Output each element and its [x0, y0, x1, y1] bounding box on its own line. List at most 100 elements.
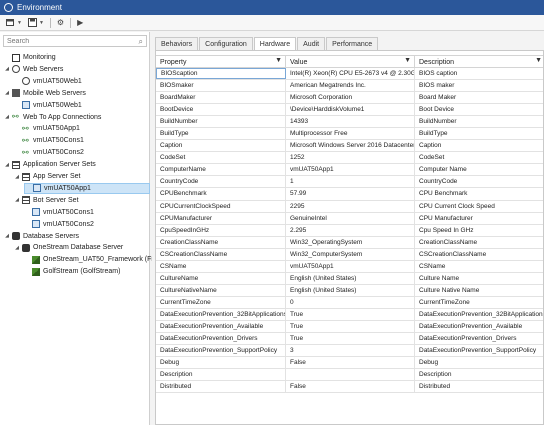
- expand-toggle-icon[interactable]: ◢: [4, 90, 10, 96]
- property-cell[interactable]: BIOSmaker: [156, 80, 286, 92]
- description-cell[interactable]: CurrentTimeZone: [415, 297, 543, 308]
- table-row[interactable]: BuildType Multiprocessor Free BuildType: [156, 128, 543, 141]
- table-row[interactable]: DataExecutionPrevention_SupportPolicy 3 Da…: [156, 345, 543, 358]
- tree-node[interactable]: ◢ Application Server Sets: [4, 159, 96, 170]
- expand-toggle-icon[interactable]: ◢: [4, 233, 10, 239]
- table-row[interactable]: ComputerName vmUAT50App1 Computer Name: [156, 164, 543, 177]
- tree-node[interactable]: vmUAT50Web1: [14, 76, 82, 87]
- save-button[interactable]: ▼: [25, 17, 47, 29]
- table-row[interactable]: CodeSet 1252 CodeSet: [156, 152, 543, 165]
- description-cell[interactable]: CodeSet: [415, 152, 543, 163]
- tree-node[interactable]: ◢ App Server Set: [14, 171, 80, 182]
- column-header-property[interactable]: Property ▼: [156, 56, 286, 68]
- tree-node[interactable]: ◢ ⚯ Web To App Connections: [4, 112, 101, 123]
- description-cell[interactable]: DataExecutionPrevention_SupportPolicy: [415, 345, 543, 356]
- tree-node[interactable]: OneStream_UAT50_Framework (Fra: [24, 254, 158, 265]
- table-row[interactable]: BuildNumber 14393 BuildNumber: [156, 116, 543, 129]
- description-cell[interactable]: Distributed: [415, 381, 543, 392]
- property-cell[interactable]: Distributed: [156, 381, 286, 393]
- table-row[interactable]: Description Description: [156, 369, 543, 382]
- property-cell[interactable]: CurrentTimeZone: [156, 296, 286, 308]
- table-row[interactable]: DataExecutionPrevention_32BitApplication…: [156, 308, 543, 321]
- value-cell[interactable]: 57.99: [286, 188, 415, 200]
- filter-icon[interactable]: ▼: [275, 57, 282, 64]
- expand-toggle-icon[interactable]: ◢: [14, 174, 20, 180]
- property-cell[interactable]: Description: [156, 369, 286, 381]
- property-cell[interactable]: ComputerName: [156, 164, 286, 176]
- table-row[interactable]: CPUManufacturer GenuineIntel CPU Manufactu…: [156, 212, 543, 225]
- expand-toggle-icon[interactable]: ◢: [14, 197, 20, 203]
- property-cell[interactable]: Caption: [156, 140, 286, 152]
- property-cell[interactable]: CPUManufacturer: [156, 212, 286, 224]
- description-cell[interactable]: Description: [415, 369, 543, 380]
- property-cell[interactable]: CPUBenchmark: [156, 188, 286, 200]
- description-cell[interactable]: Cpu Speed In GHz: [415, 225, 543, 236]
- value-cell[interactable]: vmUAT50App1: [286, 164, 415, 176]
- search-icon[interactable]: ⌕: [139, 37, 143, 47]
- description-cell[interactable]: CSCreationClassName: [415, 249, 543, 260]
- description-cell[interactable]: CPU Benchmark: [415, 188, 543, 199]
- search-box[interactable]: ⌕: [3, 35, 147, 47]
- description-cell[interactable]: CPU Current Clock Speed: [415, 201, 543, 212]
- description-cell[interactable]: Caption: [415, 140, 543, 151]
- column-header-description[interactable]: Description ▼: [415, 56, 543, 68]
- tree-node[interactable]: vmUAT50Web1: [14, 100, 82, 111]
- tab-configuration[interactable]: Configuration: [199, 37, 253, 50]
- tree-node[interactable]: ◢ Bot Server Set: [14, 195, 79, 206]
- property-cell[interactable]: CreationClassName: [156, 236, 286, 248]
- tree-node[interactable]: Monitoring: [4, 52, 56, 63]
- value-cell[interactable]: True: [286, 320, 415, 333]
- table-row[interactable]: Debug False Debug: [156, 357, 543, 370]
- table-row[interactable]: DataExecutionPrevention_Available True Dat…: [156, 320, 543, 334]
- value-cell[interactable]: True: [286, 333, 415, 345]
- value-cell[interactable]: True: [286, 308, 415, 320]
- property-cell[interactable]: CultureName: [156, 272, 286, 284]
- value-cell[interactable]: False: [286, 381, 415, 393]
- value-cell[interactable]: 3: [286, 345, 415, 357]
- table-row[interactable]: BIOSmaker American Megatrends Inc. BIOS ma…: [156, 80, 543, 93]
- value-cell[interactable]: Microsoft Windows Server 2016 Datacenter: [286, 140, 415, 152]
- property-cell[interactable]: DataExecutionPrevention_32BitApplication…: [156, 308, 286, 320]
- value-cell[interactable]: 1: [286, 176, 415, 188]
- property-cell[interactable]: CultureNativeName: [156, 284, 286, 296]
- value-cell[interactable]: GenuineIntel: [286, 212, 415, 224]
- description-cell[interactable]: CreationClassName: [415, 237, 543, 248]
- description-cell[interactable]: Boot Device: [415, 104, 543, 115]
- table-row[interactable]: CultureName English (United States) Cultur…: [156, 272, 543, 285]
- tab-audit[interactable]: Audit: [297, 37, 326, 50]
- property-cell[interactable]: DataExecutionPrevention_Drivers: [156, 333, 286, 345]
- description-cell[interactable]: BIOS maker: [415, 80, 543, 91]
- table-row[interactable]: CreationClassName Win32_OperatingSystem Cr…: [156, 236, 543, 249]
- table-row[interactable]: BoardMaker Microsoft Corporation Board Mak…: [156, 92, 543, 105]
- table-row[interactable]: Distributed False Distributed: [156, 381, 543, 394]
- value-cell[interactable]: 0: [286, 296, 415, 308]
- expand-toggle-icon[interactable]: ◢: [4, 114, 10, 120]
- tree-node[interactable]: ◢ Web Servers: [4, 64, 63, 75]
- description-cell[interactable]: Board Maker: [415, 92, 543, 103]
- expand-toggle-icon[interactable]: ◢: [4, 66, 10, 72]
- description-cell[interactable]: Culture Native Name: [415, 285, 543, 296]
- property-cell[interactable]: CodeSet: [156, 152, 286, 164]
- settings-button[interactable]: ⚙: [54, 17, 67, 29]
- description-cell[interactable]: BuildType: [415, 128, 543, 139]
- value-cell[interactable]: English (United States): [286, 272, 415, 284]
- tree-node[interactable]: vmUAT50App1: [24, 182, 150, 194]
- new-button[interactable]: ▼: [3, 17, 25, 29]
- table-row[interactable]: CultureNativeName English (United States)…: [156, 284, 543, 297]
- value-cell[interactable]: Intel(R) Xeon(R) CPU E5-2673 v4 @ 2.30GH…: [286, 68, 415, 80]
- expand-toggle-icon[interactable]: ◢: [4, 162, 10, 168]
- property-cell[interactable]: CSCreationClassName: [156, 248, 286, 260]
- property-cell[interactable]: BoardMaker: [156, 92, 286, 104]
- property-cell[interactable]: CountryCode: [156, 176, 286, 188]
- value-cell[interactable]: 2.295: [286, 224, 415, 236]
- value-cell[interactable]: [286, 369, 415, 381]
- property-cell[interactable]: CSName: [156, 260, 286, 272]
- value-cell[interactable]: 2295: [286, 200, 415, 212]
- description-cell[interactable]: DataExecutionPrevention_32BitApplication…: [415, 309, 543, 320]
- value-cell[interactable]: False: [286, 357, 415, 369]
- tree-node[interactable]: ⚯ vmUAT50App1: [14, 123, 80, 134]
- table-row[interactable]: BootDevice \Device\HarddiskVolume1 Boot De…: [156, 104, 543, 117]
- tab-performance[interactable]: Performance: [326, 37, 379, 50]
- table-row[interactable]: CurrentTimeZone 0 CurrentTimeZone: [156, 296, 543, 309]
- tree-node[interactable]: vmUAT50Cons1: [24, 207, 94, 218]
